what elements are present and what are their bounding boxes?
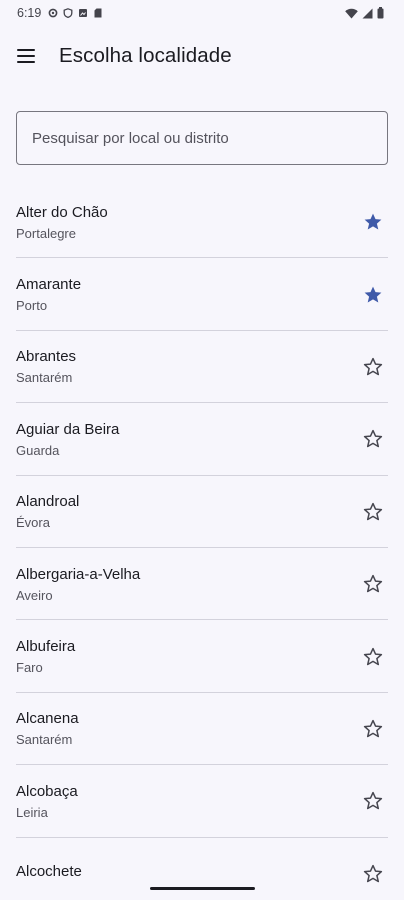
location-list-item[interactable]: Alcobaça Leiria <box>0 765 404 838</box>
location-name: Amarante <box>16 276 82 294</box>
location-text: Alcanena Santarém <box>16 710 361 747</box>
location-district: Aveiro <box>16 587 53 603</box>
location-name: Alcobaça <box>16 782 78 800</box>
star-filled-icon[interactable] <box>361 283 385 307</box>
location-name: Albergaria-a-Velha <box>16 565 141 583</box>
location-district: Porto <box>16 298 48 314</box>
menu-icon[interactable] <box>17 44 41 68</box>
page-title: Escolha localidade <box>59 44 232 67</box>
sim-card-icon <box>94 8 102 18</box>
location-name: Alcanena <box>16 710 79 728</box>
location-district: Portalegre <box>16 225 76 241</box>
location-list-item[interactable]: Alter do Chão Portalegre <box>0 186 404 259</box>
star-filled-icon[interactable] <box>361 210 385 234</box>
gesture-navigation-bar[interactable] <box>150 887 255 890</box>
signal-icon <box>362 8 373 18</box>
settings-icon <box>48 8 58 18</box>
location-list-item[interactable]: Abrantes Santarém <box>0 331 404 404</box>
location-text: Amarante Porto <box>16 276 361 313</box>
search-input[interactable] <box>16 111 388 165</box>
location-district: Guarda <box>16 442 60 458</box>
location-text: Albergaria-a-Velha Aveiro <box>16 566 361 603</box>
location-district: Faro <box>16 660 43 676</box>
location-name: Alcochete <box>16 862 82 880</box>
location-list: Alter do Chão Portalegre Amarante Porto Abra… <box>0 186 404 900</box>
location-list-item[interactable]: Aguiar da Beira Guarda <box>0 403 404 476</box>
status-left: 6:19 <box>17 6 103 20</box>
star-outline-icon[interactable] <box>361 862 385 886</box>
star-outline-icon[interactable] <box>361 717 385 741</box>
location-list-item[interactable]: Amarante Porto <box>0 258 404 332</box>
menu-icon-line <box>17 55 35 57</box>
menu-icon-line <box>17 49 35 51</box>
location-list-item[interactable]: Albufeira Faro <box>0 620 404 694</box>
app-bar: Escolha localidade <box>0 26 404 86</box>
star-outline-icon[interactable] <box>361 427 385 451</box>
star-outline-icon[interactable] <box>361 355 385 379</box>
location-text: Alcochete <box>16 863 361 885</box>
status-bar: 6:19 <box>0 0 404 26</box>
search-container <box>0 111 404 165</box>
location-name: Alter do Chão <box>16 203 108 221</box>
location-name: Alandroal <box>16 493 80 511</box>
location-district: Santarém <box>16 370 73 386</box>
location-text: Albufeira Faro <box>16 638 361 675</box>
star-outline-icon[interactable] <box>361 645 385 669</box>
star-outline-icon[interactable] <box>361 572 385 596</box>
shield-icon <box>63 8 73 18</box>
location-text: Alter do Chão Portalegre <box>16 204 361 241</box>
location-district: Santarém <box>16 732 73 748</box>
location-text: Alandroal Évora <box>16 493 361 530</box>
location-district: Évora <box>16 515 50 531</box>
status-time: 6:19 <box>17 6 42 20</box>
menu-icon-line <box>17 61 35 63</box>
battery-icon <box>377 7 384 19</box>
location-text: Abrantes Santarém <box>16 348 361 385</box>
location-district: Leiria <box>16 804 48 820</box>
location-name: Abrantes <box>16 348 77 366</box>
status-right <box>345 7 384 19</box>
location-list-item[interactable]: Alcanena Santarém <box>0 693 404 766</box>
wifi-icon <box>345 8 358 18</box>
location-name: Aguiar da Beira <box>16 420 120 438</box>
location-list-item[interactable]: Albergaria-a-Velha Aveiro <box>0 548 404 621</box>
location-list-item[interactable]: Alcochete <box>0 838 404 900</box>
location-name: Albufeira <box>16 638 76 656</box>
location-list-item[interactable]: Alandroal Évora <box>0 476 404 549</box>
photo-icon <box>79 9 88 17</box>
screen: 6:19 Escolha localidade Pesquisar por lo… <box>0 0 404 900</box>
star-outline-icon[interactable] <box>361 500 385 524</box>
location-text: Alcobaça Leiria <box>16 783 361 820</box>
star-outline-icon[interactable] <box>361 789 385 813</box>
location-text: Aguiar da Beira Guarda <box>16 421 361 458</box>
